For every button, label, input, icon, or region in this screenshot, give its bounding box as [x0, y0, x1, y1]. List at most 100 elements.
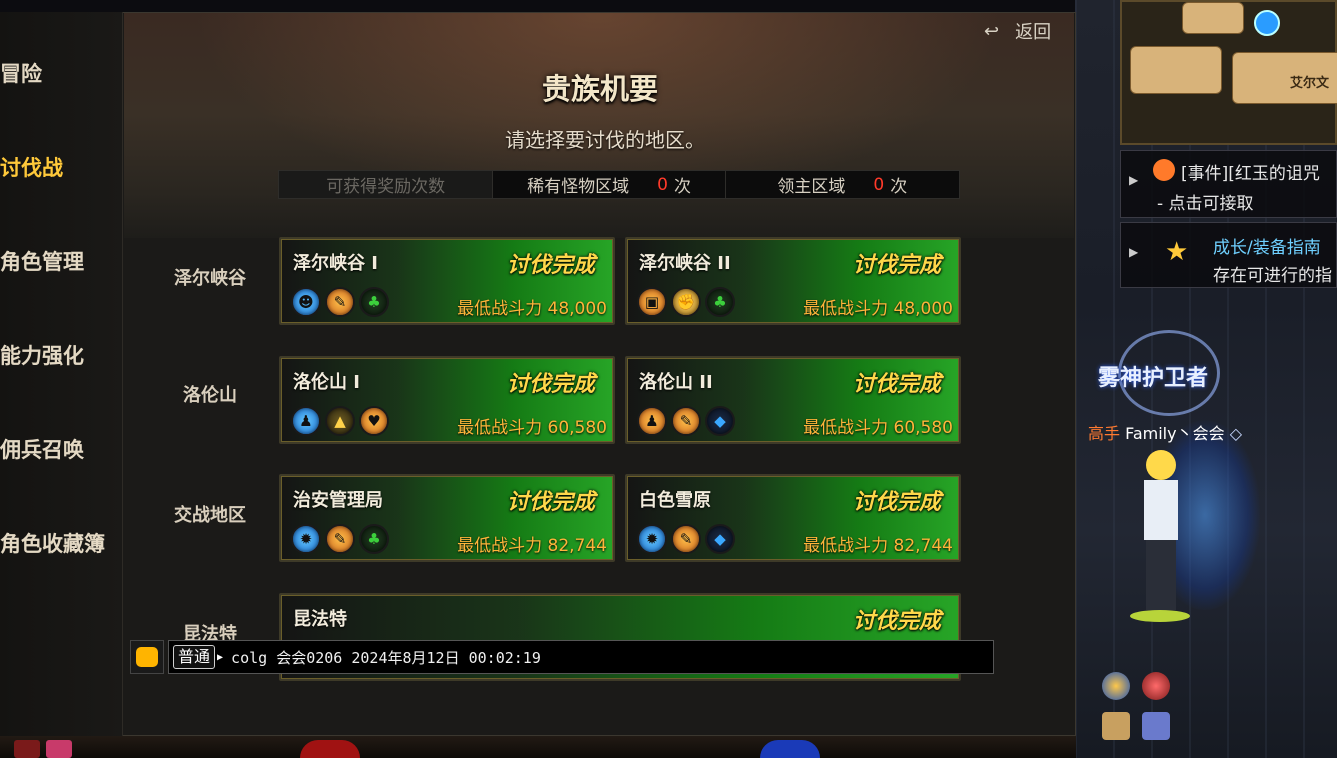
back-arrow-icon: ↩ [984, 20, 1000, 42]
dungeon-card[interactable]: 泽尔峡谷 II 讨伐完成 ▣ ✊ ♣ 最低战斗力 48,000 [625, 237, 961, 325]
minimap-location-label: 艾尔文 [1290, 76, 1330, 91]
green-clover-icon: ♣ [359, 287, 389, 317]
blue-diamond-icon: ◆ [705, 406, 735, 436]
dungeon-card[interactable]: 治安管理局 讨伐完成 ✹ ✎ ♣ 最低战斗力 82,744 [279, 474, 615, 562]
orange-feather-icon: ✎ [671, 406, 701, 436]
sidebar-item-ability-enhance[interactable]: 能力强化 [0, 340, 84, 370]
player-nameplate[interactable]: 高手 Family丶会会 ◇ [1088, 420, 1242, 444]
lord-area-label: 领主区域 [777, 177, 846, 197]
event-quest-subtitle: - 点击可接取 [1157, 194, 1254, 214]
clear-status: 讨伐完成 [506, 371, 595, 397]
back-label: 返回 [1015, 22, 1052, 43]
page-title: 贵族机要 [541, 72, 658, 106]
orange-feather-icon: ✎ [671, 524, 701, 554]
chat-message: colg 会会0206 2024年8月12日 00:02:19 [231, 648, 541, 667]
region-label: 泽尔峡谷 [174, 268, 246, 289]
cube-icon[interactable] [1142, 712, 1170, 740]
page-subtitle: 请选择要讨伐的地区。 [505, 128, 705, 152]
quest-tracker-guide[interactable]: ▶ ★ 成长/装备指南 存在可进行的指 [1120, 222, 1337, 288]
reward-count-bar: 可获得奖励次数 稀有怪物区域 0 次 领主区域 0 次 [278, 170, 960, 199]
clear-status: 讨伐完成 [506, 489, 595, 515]
green-clover-icon: ♣ [705, 287, 735, 317]
min-power: 最低战斗力 82,744 [803, 536, 953, 556]
chat-channel-tag[interactable]: 普通 [173, 645, 216, 669]
player-name: Family丶会会 [1125, 424, 1225, 443]
expand-arrow-icon[interactable]: ▶ [1129, 173, 1138, 187]
skill-hotbar [0, 736, 1076, 758]
diamond-badge-icon: ◇ [1229, 424, 1243, 443]
dungeon-card[interactable]: 洛伦山 II 讨伐完成 ♟ ✎ ◆ 最低战斗力 60,580 [625, 356, 961, 444]
chat-bar[interactable]: 普通 ▶ colg 会会0206 2024年8月12日 00:02:19 [130, 640, 994, 674]
region-label: 洛伦山 [183, 385, 237, 406]
reward-label: 可获得奖励次数 [279, 171, 493, 198]
emoji-face-icon [136, 647, 158, 667]
player-rank: 高手 [1088, 424, 1121, 443]
dungeon-name: 白色雪原 [639, 490, 711, 511]
min-power: 最低战斗力 60,580 [803, 418, 953, 438]
orange-feather-icon: ✎ [325, 524, 355, 554]
sidebar [0, 12, 123, 736]
sidebar-item-raid[interactable]: 讨伐战 [0, 152, 63, 182]
chat-emoji-button[interactable] [130, 640, 164, 674]
orange-heart-icon: ♥ [359, 406, 389, 436]
orange-armor-icon: ▣ [637, 287, 667, 317]
channel-arrow-icon: ▶ [217, 651, 224, 663]
blue-diamond-icon: ◆ [705, 524, 735, 554]
lord-area-number: 0 [873, 174, 885, 195]
orange-feather-icon: ✎ [325, 287, 355, 317]
heart-icon[interactable] [46, 740, 72, 758]
green-clover-icon: ♣ [359, 524, 389, 554]
lord-area-unit: 次 [890, 177, 908, 197]
clear-status: 讨伐完成 [852, 489, 941, 515]
expand-arrow-icon[interactable]: ▶ [1129, 245, 1138, 259]
chat-message-line[interactable]: 普通 ▶ colg 会会0206 2024年8月12日 00:02:19 [168, 640, 994, 674]
skill-slot-icon[interactable] [760, 740, 820, 758]
min-power: 最低战斗力 48,000 [457, 299, 607, 319]
back-button[interactable]: ↩ 返回 [984, 18, 1051, 44]
guide-title: 成长/装备指南 [1213, 238, 1321, 258]
event-quest-icon [1153, 159, 1175, 181]
rare-area-number: 0 [657, 174, 668, 195]
sidebar-item-mercenary[interactable]: 佣兵召唤 [0, 434, 84, 464]
olive-boot-icon: ▲ [325, 406, 355, 436]
sidebar-item-character-management[interactable]: 角色管理 [0, 246, 84, 276]
pet-icon[interactable] [1142, 672, 1170, 700]
dungeon-name: 泽尔峡谷 II [639, 253, 731, 274]
player-character[interactable] [1130, 450, 1190, 622]
rare-area-count: 稀有怪物区域 0 次 [492, 171, 724, 198]
rare-area-unit: 次 [673, 177, 691, 197]
lord-area-count: 领主区域 0 次 [724, 171, 959, 198]
sidebar-item-collection[interactable]: 角色收藏簿 [0, 528, 105, 558]
skill-slot-icon[interactable] [300, 740, 360, 758]
blue-figure-icon: ♟ [291, 406, 321, 436]
blue-gear-icon: ✹ [637, 524, 667, 554]
skill-slot-icon[interactable] [14, 740, 40, 758]
quest-tracker-event[interactable]: ▶ [事件][红玉的诅咒 - 点击可接取 [1120, 150, 1337, 218]
orange-figure-icon: ♟ [637, 406, 667, 436]
star-book-icon: ★ [1165, 237, 1189, 267]
clear-status: 讨伐完成 [506, 252, 595, 278]
dungeon-name: 治安管理局 [293, 490, 383, 511]
player-marker-icon [1254, 10, 1280, 36]
dungeon-card[interactable]: 白色雪原 讨伐完成 ✹ ✎ ◆ 最低战斗力 82,744 [625, 474, 961, 562]
min-power: 最低战斗力 48,000 [803, 299, 953, 319]
clear-status: 讨伐完成 [852, 252, 941, 278]
dungeon-name: 泽尔峡谷 I [293, 253, 378, 274]
guide-subtitle: 存在可进行的指 [1213, 266, 1332, 286]
min-power: 最低战斗力 82,744 [457, 536, 607, 556]
event-quest-title: [事件][红玉的诅咒 [1181, 164, 1320, 184]
region-label: 交战地区 [174, 505, 246, 526]
gold-fist-icon: ✊ [671, 287, 701, 317]
book-icon[interactable] [1102, 712, 1130, 740]
clear-status: 讨伐完成 [852, 608, 941, 634]
blue-mask-icon: ☻ [291, 287, 321, 317]
character-menu-icon[interactable] [1102, 672, 1130, 700]
dungeon-name: 昆法特 [293, 609, 347, 630]
rare-area-label: 稀有怪物区域 [527, 177, 630, 197]
blue-gear-icon: ✹ [291, 524, 321, 554]
dungeon-card[interactable]: 洛伦山 I 讨伐完成 ♟ ▲ ♥ 最低战斗力 60,580 [279, 356, 615, 444]
dungeon-name: 洛伦山 I [293, 372, 360, 393]
clear-status: 讨伐完成 [852, 371, 941, 397]
dungeon-card[interactable]: 泽尔峡谷 I 讨伐完成 ☻ ✎ ♣ 最低战斗力 48,000 [279, 237, 615, 325]
min-power: 最低战斗力 60,580 [457, 418, 607, 438]
